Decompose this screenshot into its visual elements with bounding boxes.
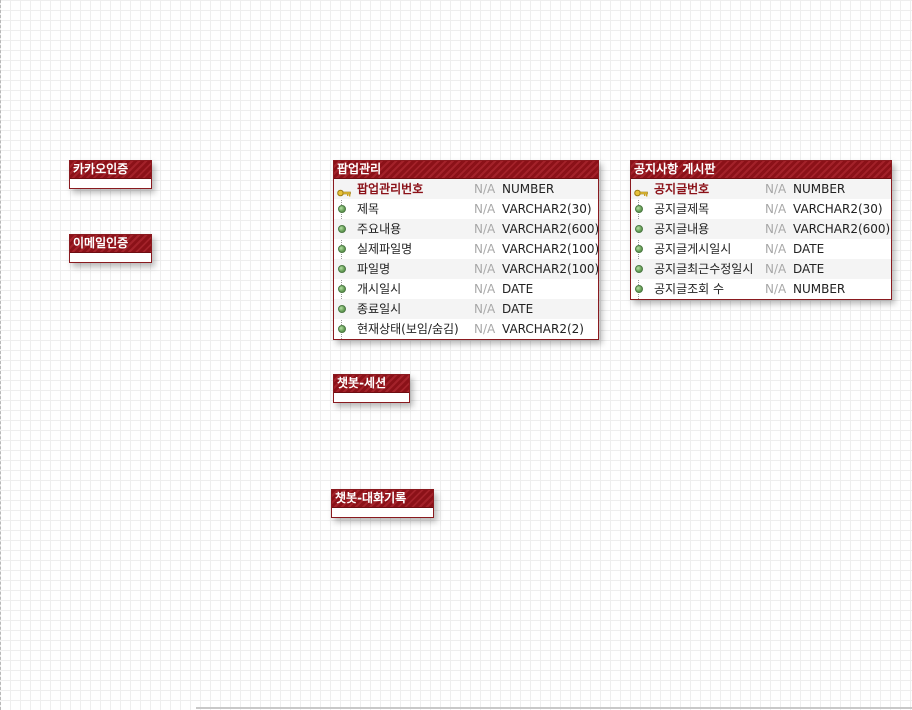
column-datatype: VARCHAR2(30) [502,202,592,216]
column-dot-icon [338,225,346,233]
column-name: 공지글조회 수 [654,282,725,296]
column-row[interactable]: 개시일시 N/A DATE [334,279,598,299]
column-name: 제목 [357,202,380,216]
column-nullable: N/A [765,262,787,276]
column-row[interactable]: 주요내용 N/A VARCHAR2(600) [334,219,600,239]
column-name: 공지글번호 [654,182,710,196]
column-name: 공지글내용 [654,222,710,236]
entity-chatbot-history[interactable]: 챗봇-대화기록 [331,489,434,518]
column-nullable: N/A [765,182,787,196]
column-name: 파일명 [357,262,391,276]
column-name: 공지글게시일시 [654,242,732,256]
column-nullable: N/A [765,242,787,256]
column-row[interactable]: 팝업관리번호 N/A NUMBER [334,179,598,199]
column-dot-icon [338,305,346,313]
column-nullable: N/A [474,222,496,236]
entity-body: 팝업관리번호 N/A NUMBER 제목 N/A VARCHAR2(30) 주요내용 N/A V… [334,179,600,339]
column-datatype: NUMBER [793,282,846,296]
column-datatype: VARCHAR2(100) [502,242,600,256]
column-name: 개시일시 [357,282,402,296]
entity-email-auth[interactable]: 이메일인증 [69,234,152,263]
column-datatype: NUMBER [502,182,555,196]
entity-notice-board[interactable]: 공지사항 게시판 공지글번호 N/A NUMBER 공지글제목 N/A VARCHAR2(… [630,160,892,300]
entity-body [70,253,151,262]
column-row[interactable]: 공지글번호 N/A NUMBER [631,179,891,199]
column-nullable: N/A [765,202,787,216]
column-name: 공지글제목 [654,202,710,216]
entity-title[interactable]: 공지사항 게시판 [631,161,891,179]
column-datatype: NUMBER [793,182,846,196]
column-datatype: DATE [502,282,534,296]
horizontal-scrollbar[interactable] [196,707,912,709]
column-nullable: N/A [765,222,787,236]
column-name: 공지글최근수정일시 [654,262,754,276]
entity-body: 공지글번호 N/A NUMBER 공지글제목 N/A VARCHAR2(30) 공지글내용 N… [631,179,891,299]
entity-title[interactable]: 팝업관리 [334,161,598,179]
column-datatype: DATE [502,302,534,316]
entity-kakao-auth[interactable]: 카카오인증 [69,160,152,189]
column-nullable: N/A [474,302,496,316]
column-row[interactable]: 공지글제목 N/A VARCHAR2(30) [631,199,891,219]
column-datatype: VARCHAR2(2) [502,322,584,336]
column-datatype: VARCHAR2(600) [793,222,891,236]
entity-popup-management[interactable]: 팝업관리 팝업관리번호 N/A NUMBER 제목 N/A VARCHAR2(30) 주요내… [333,160,599,340]
column-datatype: VARCHAR2(100) [502,262,600,276]
column-row[interactable]: 제목 N/A VARCHAR2(30) [334,199,598,219]
key-icon [337,184,351,197]
column-row[interactable]: 공지글게시일시 N/A DATE [631,239,891,259]
column-datatype: DATE [793,242,825,256]
entity-body [332,508,433,517]
entity-body [70,179,151,188]
column-dot-icon [635,265,643,273]
column-nullable: N/A [474,322,496,336]
column-dot-icon [635,225,643,233]
column-name: 종료일시 [357,302,402,316]
column-datatype: VARCHAR2(30) [793,202,883,216]
column-nullable: N/A [474,282,496,296]
entity-chatbot-session[interactable]: 챗봇-세션 [333,374,410,403]
column-nullable: N/A [765,282,787,296]
key-icon [634,184,648,197]
column-name: 팝업관리번호 [357,182,424,196]
column-nullable: N/A [474,242,496,256]
column-dot-icon [338,265,346,273]
column-row[interactable]: 공지글최근수정일시 N/A DATE [631,259,891,279]
column-dot-icon [338,205,346,213]
column-row[interactable]: 종료일시 N/A DATE [334,299,598,319]
page-border [0,0,2,710]
column-datatype: DATE [793,262,825,276]
column-dot-icon [338,285,346,293]
column-nullable: N/A [474,182,496,196]
column-dot-icon [635,285,643,293]
column-name: 주요내용 [357,222,402,236]
column-row[interactable]: 파일명 N/A VARCHAR2(100) [334,259,600,279]
entity-body [334,393,409,402]
column-datatype: VARCHAR2(600) [502,222,600,236]
column-row[interactable]: 현재상태(보임/숨김) N/A VARCHAR2(2) [334,319,598,339]
column-dot-icon [338,325,346,333]
column-name: 실제파일명 [357,242,413,256]
column-row[interactable]: 공지글내용 N/A VARCHAR2(600) [631,219,891,239]
entity-title[interactable]: 챗봇-대화기록 [332,490,433,508]
column-nullable: N/A [474,262,496,276]
column-dot-icon [635,245,643,253]
entity-title[interactable]: 이메일인증 [70,235,151,253]
column-dot-icon [338,245,346,253]
column-row[interactable]: 실제파일명 N/A VARCHAR2(100) [334,239,600,259]
entity-title[interactable]: 카카오인증 [70,161,151,179]
column-nullable: N/A [474,202,496,216]
column-name: 현재상태(보임/숨김) [357,322,459,336]
column-row[interactable]: 공지글조회 수 N/A NUMBER [631,279,891,299]
column-dot-icon [635,205,643,213]
entity-title[interactable]: 챗봇-세션 [334,375,409,393]
